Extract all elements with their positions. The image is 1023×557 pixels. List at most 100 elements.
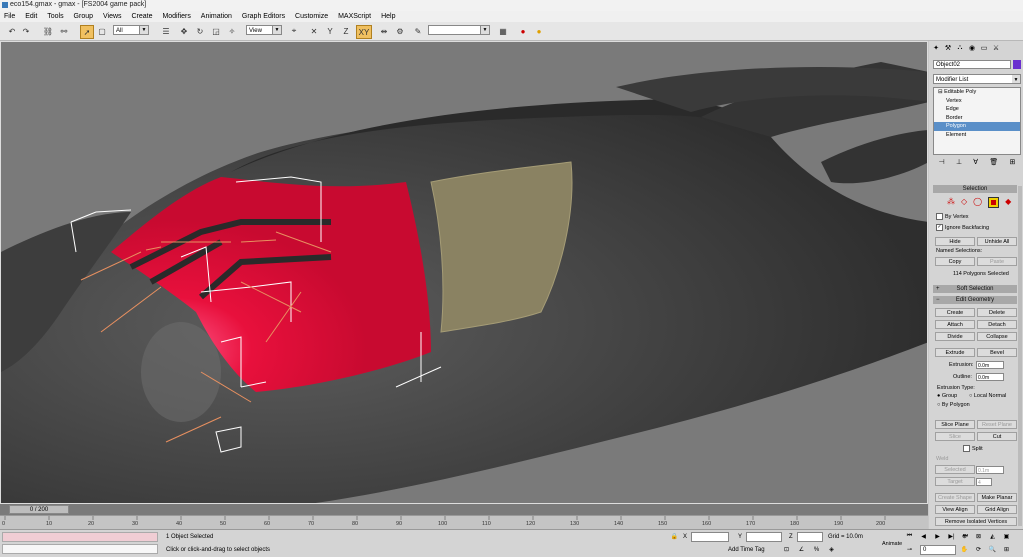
time-slider[interactable]: 0 / 200	[0, 504, 928, 515]
split-checkbox[interactable]: Split	[963, 445, 983, 453]
snap-toggle-icon[interactable]: ⊡	[782, 545, 791, 554]
configure-sets-icon[interactable]: ⊞	[1009, 158, 1015, 168]
outline-spinner[interactable]: 0.0m	[976, 373, 1004, 381]
collapse-button[interactable]: Collapse	[977, 332, 1017, 341]
animate-toggle[interactable]: Animate	[882, 540, 902, 548]
named-selection-dropdown[interactable]: ▼	[428, 25, 490, 35]
restrict-y-icon[interactable]: Y	[324, 25, 336, 37]
restrict-z-icon[interactable]: Z	[340, 25, 352, 37]
spinner-snap-icon[interactable]: ◈	[827, 545, 836, 554]
unhide-all-button[interactable]: Unhide All	[977, 237, 1017, 246]
menu-file[interactable]: File	[0, 11, 19, 21]
menu-help[interactable]: Help	[377, 11, 399, 21]
current-frame-field[interactable]: 0	[920, 545, 956, 555]
modify-tab-icon[interactable]: ⚒	[943, 43, 953, 53]
maxscript-listener-mini[interactable]	[2, 532, 158, 542]
select-by-name-icon[interactable]: ☰	[160, 25, 172, 37]
command-panel-scrollbar[interactable]	[1018, 186, 1022, 526]
undo-icon[interactable]: ↶	[6, 25, 18, 37]
align-icon[interactable]: ⚙	[394, 25, 406, 37]
zoom-region-icon[interactable]: ▣	[1002, 532, 1011, 541]
create-button[interactable]: Create	[935, 308, 975, 317]
select-link-icon[interactable]: ⛓	[42, 25, 54, 37]
menu-graph-editors[interactable]: Graph Editors	[238, 11, 289, 21]
zoom-icon[interactable]: 🔍	[988, 545, 997, 554]
rotate-icon[interactable]: ↻	[194, 25, 206, 37]
selection-filter-dropdown[interactable]: All ▼	[113, 25, 149, 35]
ref-coord-dropdown[interactable]: View ▼	[246, 25, 282, 35]
motion-tab-icon[interactable]: ◉	[967, 43, 977, 53]
paint-icon[interactable]: ✎	[412, 25, 424, 37]
group-radio[interactable]: ● Group	[937, 393, 957, 400]
weld-target-button[interactable]: Target	[935, 477, 975, 486]
manipulate-icon[interactable]: ✧	[226, 25, 238, 37]
extrude-button[interactable]: Extrude	[935, 348, 975, 357]
ignore-backfacing-checkbox[interactable]: ✓ Ignore Backfacing	[936, 224, 989, 232]
zoom-all-icon[interactable]: ⊕	[960, 532, 969, 541]
vertex-icon[interactable]: ⁂	[947, 197, 955, 208]
x-coordinate-field[interactable]	[691, 532, 729, 542]
reset-plane-button[interactable]: Reset Plane	[977, 420, 1017, 429]
menu-customize[interactable]: Customize	[291, 11, 332, 21]
edit-geometry-rollout-header[interactable]: − Edit Geometry	[933, 296, 1017, 304]
pin-stack-icon[interactable]: ⊣	[939, 158, 945, 168]
lock-selection-icon[interactable]: 🔒	[670, 532, 679, 541]
pan-icon[interactable]: ✋	[960, 545, 969, 554]
pivot-center-icon[interactable]: ⌖	[288, 25, 300, 37]
stack-item-element[interactable]: Element	[934, 131, 1020, 140]
menu-edit[interactable]: Edit	[21, 11, 41, 21]
stack-item-vertex[interactable]: Vertex	[934, 97, 1020, 106]
cut-button[interactable]: Cut	[977, 432, 1017, 441]
scale-icon[interactable]: ◲	[210, 25, 222, 37]
play-icon[interactable]: ▶	[933, 532, 942, 541]
field-of-view-icon[interactable]: ◭	[988, 532, 997, 541]
menu-create[interactable]: Create	[127, 11, 156, 21]
perspective-viewport[interactable]	[0, 41, 928, 504]
element-icon[interactable]: ◆	[1005, 197, 1011, 208]
soft-selection-rollout-header[interactable]: + Soft Selection	[933, 285, 1017, 293]
create-shape-button[interactable]: Create Shape	[935, 493, 975, 502]
local-normal-radio[interactable]: ○ Local Normal	[969, 393, 1006, 400]
hide-button[interactable]: Hide	[935, 237, 975, 246]
time-slider-thumb[interactable]: 0 / 200	[9, 505, 69, 514]
restrict-xy-icon[interactable]: XY	[356, 25, 372, 39]
menu-group[interactable]: Group	[70, 11, 97, 21]
selection-rollout-header[interactable]: Selection	[933, 185, 1017, 193]
extrusion-spinner[interactable]: 0.0m	[976, 361, 1004, 369]
bevel-button[interactable]: Bevel	[977, 348, 1017, 357]
y-coordinate-field[interactable]	[746, 532, 782, 542]
track-bar[interactable]: 0 10 20 30 40 50 60 70 80 90 100 110 120…	[0, 515, 928, 530]
maxscript-output-mini[interactable]	[2, 544, 158, 554]
remove-isolated-vertices-button[interactable]: Remove Isolated Vertices	[935, 517, 1017, 526]
render-teapot-icon[interactable]: ●	[517, 25, 529, 37]
z-coordinate-field[interactable]	[797, 532, 823, 542]
menu-animation[interactable]: Animation	[197, 11, 236, 21]
create-tab-icon[interactable]: ✦	[931, 43, 941, 53]
menu-views[interactable]: Views	[99, 11, 126, 21]
by-polygon-radio[interactable]: ○ By Polygon	[937, 402, 970, 409]
unlink-icon[interactable]: ⚯	[58, 25, 70, 37]
angle-snap-icon[interactable]: ∠	[797, 545, 806, 554]
redo-icon[interactable]: ↷	[20, 25, 32, 37]
view-align-button[interactable]: View Align	[935, 505, 975, 514]
attach-button[interactable]: Attach	[935, 320, 975, 329]
slice-plane-button[interactable]: Slice Plane	[935, 420, 975, 429]
modifier-list-dropdown[interactable]: Modifier List ▼	[933, 74, 1021, 84]
display-tab-icon[interactable]: ▭	[979, 43, 989, 53]
divide-button[interactable]: Divide	[935, 332, 975, 341]
detach-button[interactable]: Detach	[977, 320, 1017, 329]
make-planar-button[interactable]: Make Planar	[977, 493, 1017, 502]
zoom-extents-icon[interactable]: ⊠	[974, 532, 983, 541]
delete-button[interactable]: Delete	[977, 308, 1017, 317]
slice-button[interactable]: Slice	[935, 432, 975, 441]
quick-render-icon[interactable]: ●	[533, 25, 545, 37]
key-mode-icon[interactable]: ⊸	[905, 545, 914, 554]
edge-icon[interactable]: ◇	[961, 197, 967, 208]
stack-item-polygon[interactable]: Polygon	[934, 122, 1020, 131]
next-frame-icon[interactable]: ▶|	[947, 532, 956, 541]
target-pixels-spinner[interactable]: 4	[976, 478, 992, 486]
weld-selected-button[interactable]: Selected	[935, 465, 975, 474]
paste-button[interactable]: Paste	[977, 257, 1017, 266]
maximize-viewport-icon[interactable]: ⊞	[1002, 545, 1011, 554]
menu-tools[interactable]: Tools	[43, 11, 67, 21]
